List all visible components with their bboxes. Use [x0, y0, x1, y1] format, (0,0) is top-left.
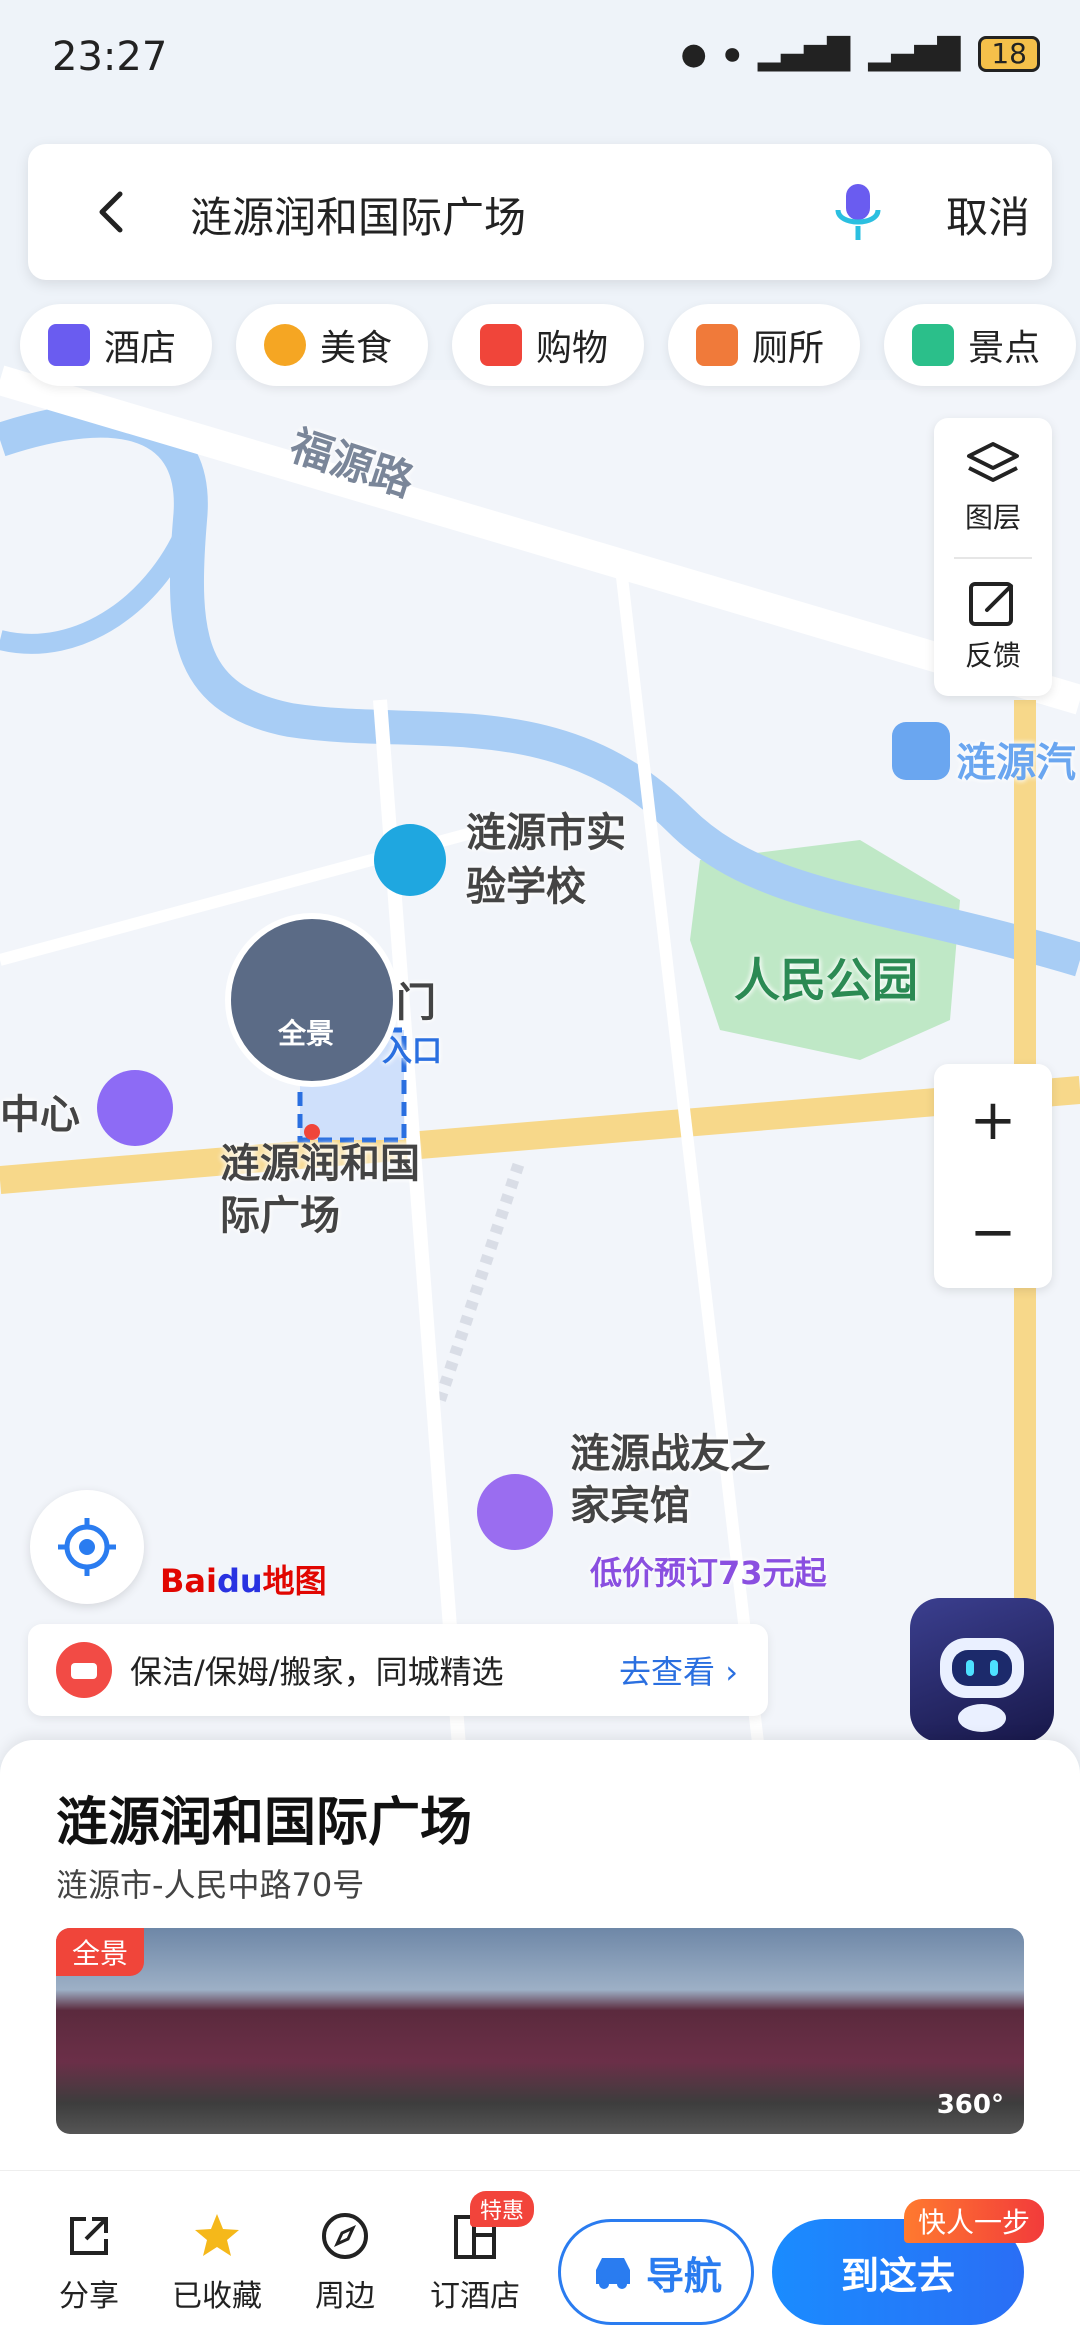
chip-label: 厕所 — [752, 328, 825, 369]
place-address: 涟源市-人民中路70号 — [56, 1866, 365, 1904]
action-bar: 分享 已收藏 周边 特惠 订酒店 导航 到这去 快人一步 — [0, 2170, 1080, 2330]
search-input[interactable]: 涟源润和国际广场 — [190, 184, 526, 245]
panorama-thumbnail — [225, 913, 399, 1087]
saved-button[interactable]: 已收藏 — [152, 2211, 282, 2315]
back-arrow-icon[interactable] — [82, 182, 142, 242]
chip-food[interactable]: 美食 — [236, 304, 429, 386]
battery-icon: 18 — [978, 36, 1040, 72]
location-icon: ● — [680, 36, 707, 72]
voice-mic-icon[interactable] — [828, 180, 888, 244]
go-here-badge: 快人一步 — [904, 2199, 1045, 2243]
layers-button[interactable]: 图层 — [934, 440, 1052, 536]
category-chips: 酒店 美食 购物 厕所 景点 — [20, 304, 1080, 390]
panorama-360-icon: 360° — [936, 2090, 1004, 2120]
chip-label: 酒店 — [104, 328, 177, 369]
signal-icon-2: ▂▄▆█ — [868, 36, 961, 72]
chip-toilet[interactable]: 厕所 — [668, 304, 861, 386]
logo-bai: Bai — [160, 1562, 217, 1600]
logo-du: du — [216, 1562, 263, 1600]
park-label[interactable]: 人民公园 — [734, 944, 918, 1010]
status-bar: 23:27 ● ⏺ ▂▄▆█ ▂▄▆█ 18 — [0, 0, 1080, 120]
promo-link-label: 去查看 — [619, 1653, 716, 1691]
chip-label: 美食 — [320, 328, 393, 369]
hotel-pin-icon — [477, 1474, 553, 1550]
chip-hotel[interactable]: 酒店 — [20, 304, 213, 386]
zoom-controls: + − — [934, 1064, 1052, 1288]
book-hotel-button[interactable]: 特惠 订酒店 — [410, 2191, 540, 2315]
promo-banner[interactable]: 保洁/保姆/搬家，同城精选 去查看 › — [28, 1624, 768, 1716]
book-hotel-label: 订酒店 — [430, 2279, 520, 2314]
hotel-icon — [48, 324, 90, 366]
saved-label: 已收藏 — [172, 2279, 262, 2314]
compass-icon — [322, 2213, 368, 2259]
place-detail-sheet: 涟源润和国际广场 涟源市-人民中路70号 全景 360° 分享 已收藏 周边 特… — [0, 1740, 1080, 2331]
promo-text: 保洁/保姆/搬家，同城精选 — [130, 1653, 504, 1691]
hotel-label[interactable]: 涟源战友之家宾馆 — [570, 1428, 770, 1532]
mic-status-icon: ⏺ — [724, 36, 740, 72]
zoom-out-button[interactable]: − — [934, 1176, 1052, 1288]
divider — [954, 557, 1032, 559]
nearby-button[interactable]: 周边 — [280, 2211, 410, 2315]
status-icons: ● ⏺ ▂▄▆█ ▂▄▆█ 18 — [681, 36, 1040, 72]
bus-station-icon — [892, 722, 950, 780]
chip-label: 景点 — [968, 328, 1041, 369]
map-tools-panel: 图层 反馈 — [934, 418, 1052, 696]
layers-label: 图层 — [964, 501, 1021, 534]
place-panorama-photo[interactable]: 全景 360° — [56, 1928, 1024, 2134]
zoom-in-button[interactable]: + — [934, 1064, 1052, 1176]
bus-station-label[interactable]: 涟源汽 — [956, 730, 1076, 788]
edit-icon — [969, 582, 1013, 626]
panorama-label[interactable]: 全景 — [278, 1012, 334, 1052]
promo-link[interactable]: 去查看 › — [619, 1647, 738, 1693]
book-hotel-badge: 特惠 — [469, 2191, 534, 2227]
signal-icon: ▂▄▆█ — [757, 36, 851, 72]
cancel-button[interactable]: 取消 — [946, 184, 1030, 245]
scenic-icon — [912, 324, 955, 366]
baidu-map-logo: Baidu地图 — [160, 1556, 327, 1602]
share-button[interactable]: 分享 — [24, 2211, 154, 2315]
selected-place-label[interactable]: 涟源润和国际广场 — [220, 1138, 420, 1242]
service-icon — [56, 1642, 112, 1698]
school-icon — [374, 824, 446, 896]
navigate-button[interactable]: 导航 — [558, 2219, 754, 2325]
status-time: 23:27 — [52, 34, 168, 80]
chip-scenic[interactable]: 景点 — [884, 304, 1077, 386]
shopping-bag-icon — [480, 324, 523, 366]
panorama-tag: 全景 — [56, 1928, 145, 1976]
share-icon — [70, 2217, 108, 2255]
hotel-price-label[interactable]: 低价预订73元起 — [590, 1548, 827, 1594]
nearby-label: 周边 — [315, 2279, 375, 2314]
entrance-label: 入口 — [382, 1034, 442, 1069]
search-bar[interactable]: 涟源润和国际广场 取消 — [28, 144, 1052, 280]
place-title: 涟源润和国际广场 — [56, 1793, 473, 1853]
layers-icon — [967, 442, 1019, 482]
feedback-button[interactable]: 反馈 — [934, 578, 1052, 674]
star-icon — [195, 2214, 239, 2256]
school-label[interactable]: 涟源市实验学校 — [466, 806, 656, 914]
go-here-label: 到这去 — [840, 2253, 955, 2298]
food-icon — [264, 324, 307, 366]
navigate-label: 导航 — [645, 2253, 722, 2298]
toilet-icon — [696, 324, 739, 366]
gate-label: 门 — [396, 980, 436, 1026]
center-label[interactable]: 中心 — [0, 1082, 80, 1140]
share-label: 分享 — [59, 2279, 119, 2314]
crosshair-icon — [58, 1518, 116, 1576]
ai-assistant-robot-icon[interactable] — [910, 1598, 1054, 1742]
gift-icon — [97, 1070, 173, 1146]
chip-shopping[interactable]: 购物 — [452, 304, 645, 386]
logo-ditu: 地图 — [262, 1562, 327, 1600]
car-icon — [595, 2258, 630, 2289]
feedback-label: 反馈 — [964, 639, 1021, 672]
chip-label: 购物 — [536, 328, 609, 369]
locate-me-button[interactable] — [30, 1490, 144, 1604]
